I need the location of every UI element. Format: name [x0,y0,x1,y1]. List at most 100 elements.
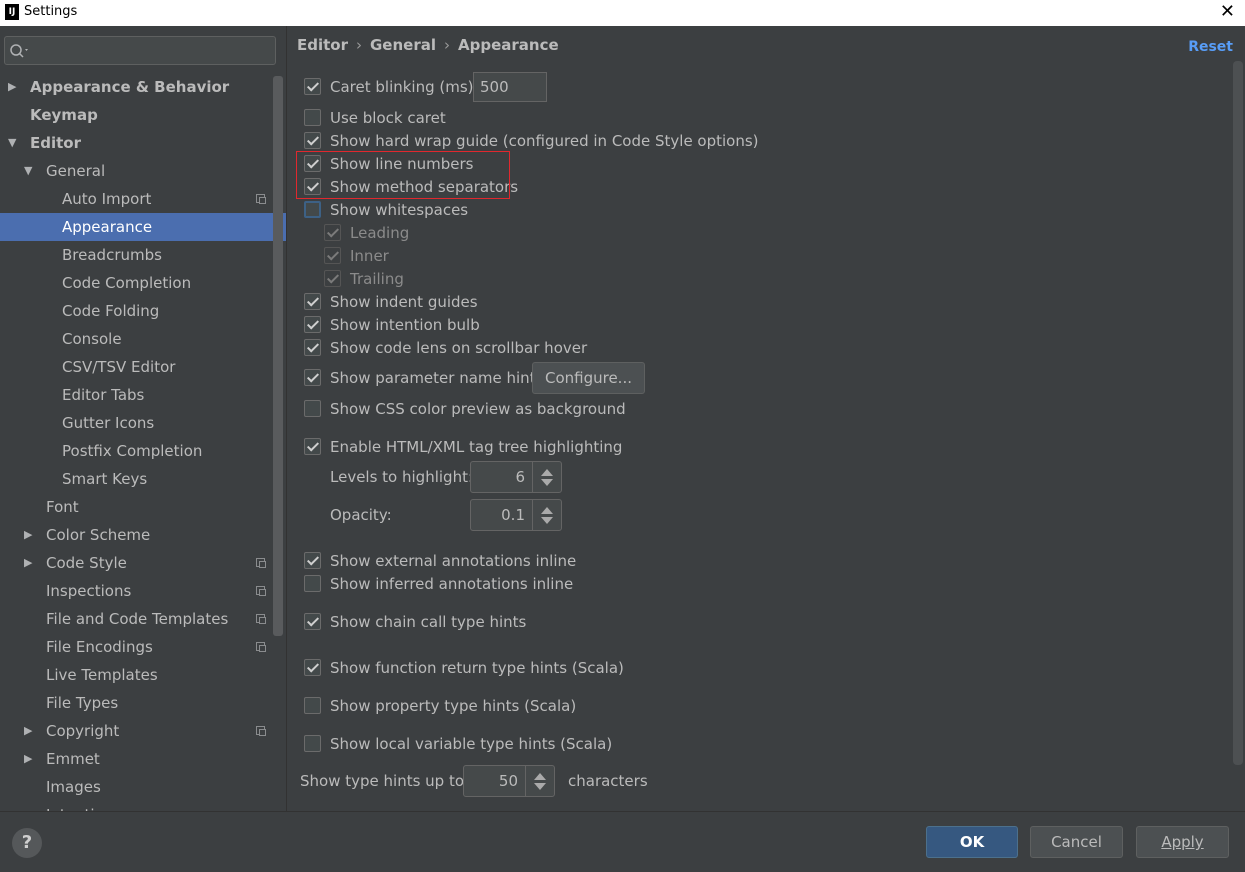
opacity-value: 0.1 [501,506,525,524]
sidebar-item-auto-import[interactable]: Auto Import [0,185,286,213]
sidebar-item-file-and-code-templates[interactable]: File and Code Templates [0,605,286,633]
collapse-arrow-icon[interactable]: ▶ [24,549,32,577]
levels-spinner[interactable]: 6 [470,461,562,493]
collapse-arrow-icon[interactable]: ▶ [24,521,32,549]
down-arrow-icon[interactable] [534,783,546,790]
help-icon[interactable]: ? [12,828,42,858]
chain-call-checkbox[interactable] [304,613,321,630]
sidebar-item-gutter-icons[interactable]: Gutter Icons [0,409,286,437]
sidebar-item-images[interactable]: Images [0,773,286,801]
levels-stepper[interactable] [532,462,561,492]
css-color-checkbox[interactable] [304,400,321,417]
sidebar-item-console[interactable]: Console [0,325,286,353]
block-caret-checkbox[interactable] [304,109,321,126]
function-return-option[interactable]: Show function return type hints (Scala) [304,657,624,679]
local-variable-checkbox[interactable] [304,735,321,752]
leading-checkbox[interactable] [324,224,341,241]
code-lens-option[interactable]: Show code lens on scrollbar hover [304,337,587,359]
function-return-checkbox[interactable] [304,659,321,676]
collapse-arrow-icon[interactable]: ▶ [24,717,32,745]
sidebar-item-breadcrumbs[interactable]: Breadcrumbs [0,241,286,269]
cancel-button[interactable]: Cancel [1030,826,1123,858]
type-hints-up-to-label: Show type hints up to: [300,772,470,790]
search-input[interactable] [4,36,276,65]
apply-button[interactable]: Apply [1136,826,1229,858]
hard-wrap-checkbox[interactable] [304,132,321,149]
code-lens-checkbox[interactable] [304,339,321,356]
property-type-checkbox[interactable] [304,697,321,714]
hard-wrap-option[interactable]: Show hard wrap guide (configured in Code… [304,130,759,152]
down-arrow-icon[interactable] [541,517,553,524]
caret-blinking-input[interactable]: 500 [473,72,547,102]
expand-arrow-icon[interactable]: ▼ [8,129,16,157]
opacity-spinner[interactable]: 0.1 [470,499,562,531]
sidebar-item-label: Auto Import [62,190,152,208]
type-hints-stepper[interactable] [525,766,554,796]
close-icon[interactable]: ✕ [1220,1,1235,23]
search-icon [10,44,28,58]
sidebar-item-file-types[interactable]: File Types [0,689,286,717]
panel-scrollbar-thumb[interactable] [1233,61,1243,765]
sidebar-item-smart-keys[interactable]: Smart Keys [0,465,286,493]
type-hints-spinner[interactable]: 50 [463,765,555,797]
expand-arrow-icon[interactable]: ▼ [24,157,32,185]
down-arrow-icon[interactable] [541,479,553,486]
inner-option[interactable]: Inner [324,245,444,267]
sidebar-item-label: Emmet [46,750,100,768]
indent-guides-option[interactable]: Show indent guides [304,291,504,313]
sidebar-item-file-encodings[interactable]: File Encodings [0,633,286,661]
leading-option[interactable]: Leading [324,222,444,244]
collapse-arrow-icon[interactable]: ▶ [24,745,32,773]
sidebar-item-inspections[interactable]: Inspections [0,577,286,605]
sidebar-item-appearance[interactable]: Appearance [0,213,286,241]
up-arrow-icon[interactable] [534,773,546,780]
up-arrow-icon[interactable] [541,507,553,514]
param-hints-option[interactable]: Show parameter name hints [304,367,543,389]
param-hints-checkbox[interactable] [304,369,321,386]
sidebar-item-color-scheme[interactable]: ▶ Color Scheme [0,521,286,549]
whitespaces-checkbox[interactable] [304,201,321,218]
html-tag-tree-checkbox[interactable] [304,438,321,455]
trailing-option[interactable]: Trailing [324,268,444,290]
html-tag-tree-option[interactable]: Enable HTML/XML tag tree highlighting [304,436,622,458]
opacity-stepper[interactable] [532,500,561,530]
sidebar-item-editor[interactable]: ▼ Editor [0,129,286,157]
css-color-option[interactable]: Show CSS color preview as background [304,398,626,420]
sidebar-item-general[interactable]: ▼ General [0,157,286,185]
intention-bulb-checkbox[interactable] [304,316,321,333]
whitespaces-option[interactable]: Show whitespaces [304,199,504,221]
block-caret-option[interactable]: Use block caret [304,107,504,129]
sidebar-item-copyright[interactable]: ▶ Copyright [0,717,286,745]
inner-checkbox[interactable] [324,247,341,264]
sidebar-scrollbar[interactable] [273,76,283,636]
collapse-arrow-icon[interactable]: ▶ [8,73,16,101]
sidebar-item-code-completion[interactable]: Code Completion [0,269,286,297]
sidebar-item-live-templates[interactable]: Live Templates [0,661,286,689]
ok-button[interactable]: OK [926,826,1018,858]
external-annotations-option[interactable]: Show external annotations inline [304,550,584,572]
panel-scrollbar[interactable] [1231,61,1245,765]
configure-button[interactable]: Configure... [532,362,645,394]
sidebar-item-postfix-completion[interactable]: Postfix Completion [0,437,286,465]
up-arrow-icon[interactable] [541,469,553,476]
sidebar-item-code-style[interactable]: ▶ Code Style [0,549,286,577]
local-variable-option[interactable]: Show local variable type hints (Scala) [304,733,612,755]
property-type-option[interactable]: Show property type hints (Scala) [304,695,584,717]
inferred-annotations-checkbox[interactable] [304,575,321,592]
reset-link[interactable]: Reset [1188,39,1233,55]
intention-bulb-option[interactable]: Show intention bulb [304,314,504,336]
external-annotations-checkbox[interactable] [304,552,321,569]
sidebar-item-editor-tabs[interactable]: Editor Tabs [0,381,286,409]
sidebar-item-font[interactable]: Font [0,493,286,521]
inferred-annotations-option[interactable]: Show inferred annotations inline [304,573,584,595]
indent-guides-checkbox[interactable] [304,293,321,310]
chain-call-option[interactable]: Show chain call type hints [304,611,544,633]
caret-blinking-checkbox[interactable] [304,78,321,95]
sidebar-item-emmet[interactable]: ▶ Emmet [0,745,286,773]
sidebar-item-keymap[interactable]: Keymap [0,101,286,129]
sidebar-item-appearance-behavior[interactable]: ▶ Appearance & Behavior [0,73,286,101]
sidebar-item-csv-tsv-editor[interactable]: CSV/TSV Editor [0,353,286,381]
sidebar-item-intentions[interactable]: Intentions [0,801,286,811]
trailing-checkbox[interactable] [324,270,341,287]
sidebar-item-code-folding[interactable]: Code Folding [0,297,286,325]
